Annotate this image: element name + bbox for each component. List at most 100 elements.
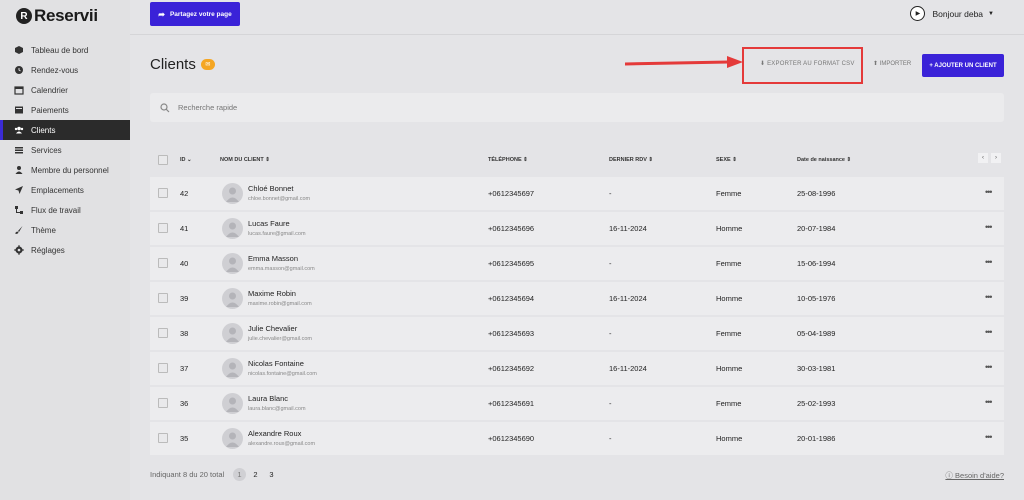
header-name[interactable]: NOM DU CLIENT ⇕ [220,157,270,163]
more-options-icon[interactable]: ••• [985,222,993,232]
table-row[interactable]: 41 Lucas Faure lucas.faure@gmail.com +06123… [150,212,1004,245]
table-row[interactable]: 40 Emma Masson emma.masson@gmail.com +06123… [150,247,1004,280]
select-all-checkbox[interactable] [158,155,168,165]
row-checkbox[interactable] [158,363,168,373]
client-email: emma.masson@gmail.com [248,266,315,272]
client-email: julie.chevalier@gmail.com [248,336,312,342]
more-options-icon[interactable]: ••• [985,257,993,267]
client-id: 42 [180,189,189,198]
sidebar-item-appointments[interactable]: Rendez-vous [0,60,130,80]
add-client-label: + AJOUTER UN CLIENT [929,62,997,69]
client-name[interactable]: Alexandre Roux [248,429,301,438]
row-checkbox[interactable] [158,433,168,443]
row-checkbox[interactable] [158,188,168,198]
avatar [222,183,243,204]
user-menu[interactable]: ▶ Bonjour deba ▼ [910,6,994,21]
client-last-appointment: - [609,399,612,408]
header-name-label: NOM DU CLIENT [220,157,264,163]
table-row[interactable]: 37 Nicolas Fontaine nicolas.fontaine@gmail… [150,352,1004,385]
client-last-appointment: - [609,189,612,198]
services-icon [14,145,24,155]
client-email: maxime.robin@gmail.com [248,301,312,307]
row-checkbox[interactable] [158,223,168,233]
help-label: Besoin d'aide? [955,471,1004,480]
sidebar-item-settings[interactable]: Réglages [0,240,130,260]
client-birthdate: 30-03-1981 [797,364,836,373]
table-row[interactable]: 39 Maxime Robin maxime.robin@gmail.com +061… [150,282,1004,315]
sidebar-item-services[interactable]: Services [0,140,130,160]
row-checkbox[interactable] [158,398,168,408]
client-sex: Femme [716,259,742,268]
client-name[interactable]: Nicolas Fontaine [248,359,304,368]
avatar [222,393,243,414]
client-name[interactable]: Julie Chevalier [248,324,297,333]
payments-icon [14,105,24,115]
header-phone-label: TÉLÉPHONE [488,157,522,163]
header-last-appointment[interactable]: DERNIER RDV ⇕ [609,157,653,163]
client-phone: +0612345695 [488,259,535,268]
import-button[interactable]: ⬆ IMPORTER [873,60,911,67]
table-row[interactable]: 36 Laura Blanc laura.blanc@gmail.com +06123… [150,387,1004,420]
sidebar-item-staff[interactable]: Membre du personnel [0,160,130,180]
client-name[interactable]: Maxime Robin [248,289,296,298]
sidebar-item-label: Membre du personnel [31,165,109,175]
header-sex[interactable]: SEXE ⇕ [716,157,737,163]
more-options-icon[interactable]: ••• [985,187,993,197]
client-name[interactable]: Lucas Faure [248,219,290,228]
table-row[interactable]: 38 Julie Chevalier julie.chevalier@gmail.c… [150,317,1004,350]
client-name[interactable]: Emma Masson [248,254,298,263]
header-last-label: DERNIER RDV [609,157,647,163]
sidebar-item-label: Emplacements [31,185,84,195]
import-label: IMPORTER [879,61,912,67]
help-icon: ⓘ [945,471,956,480]
table-row[interactable]: 35 Alexandre Roux alexandre.roux@gmail.com… [150,422,1004,455]
more-options-icon[interactable]: ••• [985,397,993,407]
row-checkbox[interactable] [158,258,168,268]
sidebar-item-label: Rendez-vous [31,65,79,75]
sidebar-item-payments[interactable]: Paiements [0,100,130,120]
count-badge: ✉ [200,59,215,70]
header-id[interactable]: ID ⌄ [180,157,192,163]
row-checkbox[interactable] [158,293,168,303]
user-greeting: Bonjour deba [932,8,984,19]
workflow-icon [14,205,24,215]
client-sex: Homme [716,294,743,303]
sidebar-item-clients[interactable]: Clients [0,120,130,140]
row-checkbox[interactable] [158,328,168,338]
sidebar-item-label: Réglages [31,245,65,255]
client-phone: +0612345693 [488,329,535,338]
avatar [222,428,243,449]
upload-icon: ⬆ [873,61,880,67]
client-phone: +0612345697 [488,189,535,198]
header-birthdate[interactable]: Date de naissance ⇕ [797,157,851,163]
page-1[interactable]: 1 [233,468,246,481]
header-phone[interactable]: TÉLÉPHONE ⇕ [488,157,528,163]
chevron-left-icon[interactable]: ‹ [978,153,988,163]
client-id: 36 [180,399,189,408]
sidebar-item-theme[interactable]: Thème [0,220,130,240]
client-sex: Homme [716,224,743,233]
more-options-icon[interactable]: ••• [985,327,993,337]
sidebar-item-locations[interactable]: Emplacements [0,180,130,200]
client-birthdate: 10-05-1976 [797,294,836,303]
chevron-right-icon[interactable]: › [991,153,1001,163]
sidebar-item-calendar[interactable]: Calendrier [0,80,130,100]
export-csv-button[interactable]: ⬇ EXPORTER AU FORMAT CSV [760,60,855,67]
more-options-icon[interactable]: ••• [985,432,993,442]
client-name[interactable]: Laura Blanc [248,394,288,403]
table-row[interactable]: 42 Chloé Bonnet chloe.bonnet@gmail.com +061… [150,177,1004,210]
more-options-icon[interactable]: ••• [985,362,993,372]
share-page-button[interactable]: ➦ Partagez votre page [150,2,240,26]
sidebar-item-workflows[interactable]: Flux de travail [0,200,130,220]
sidebar-item-label: Tableau de bord [31,45,89,55]
logo[interactable]: R Reservii [16,6,98,26]
more-options-icon[interactable]: ••• [985,292,993,302]
help-link[interactable]: ⓘ Besoin d'aide? [945,470,1004,481]
sidebar-item-dashboard[interactable]: Tableau de bord [0,40,130,60]
add-client-button[interactable]: + AJOUTER UN CLIENT [922,54,1004,77]
page-3[interactable]: 3 [265,468,278,481]
client-email: chloe.bonnet@gmail.com [248,196,311,202]
client-name[interactable]: Chloé Bonnet [248,184,293,193]
page-2[interactable]: 2 [249,468,262,481]
search-input[interactable] [178,103,578,112]
